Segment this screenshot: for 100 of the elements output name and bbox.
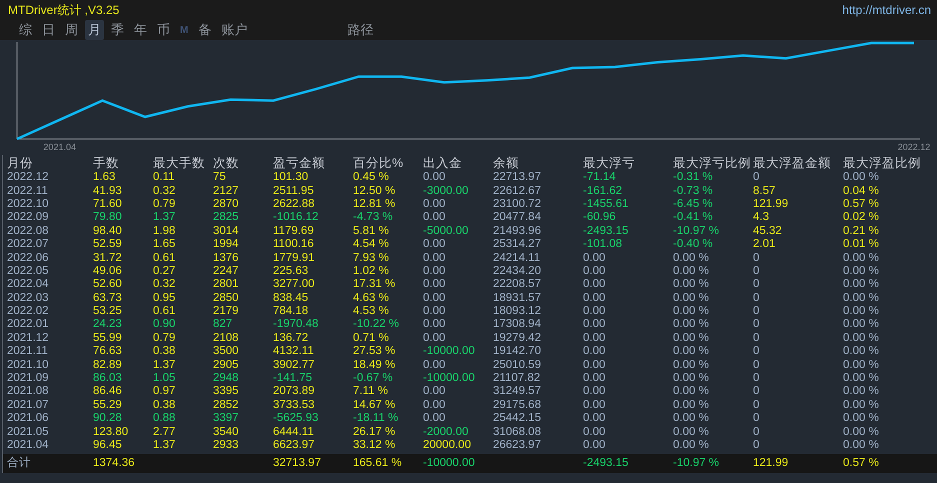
- table-cell-text: 0.00 %: [673, 345, 710, 358]
- table-cell-text: 0: [753, 358, 760, 372]
- table-cell-text: 合计: [7, 457, 32, 470]
- table-cell-text: 4.53 %: [353, 305, 390, 318]
- table-cell-text: 0.00 %: [843, 372, 880, 386]
- table-cell-text: 24.23: [93, 318, 123, 332]
- table-cell-text: 17308.94: [493, 318, 542, 332]
- table-cell-text: 0: [753, 412, 760, 426]
- table-cell-text: 32713.97: [273, 457, 322, 470]
- table-cell-text: 3540: [213, 426, 240, 439]
- table-cell-text: 26623.97: [493, 439, 542, 452]
- column-header: 最大手数: [153, 156, 206, 170]
- table-cell-text: 0.00 %: [843, 426, 880, 439]
- table-cell-text: 2021.10: [7, 358, 50, 372]
- table-cell-text: 2179: [213, 305, 240, 318]
- column-header: 月份: [7, 156, 34, 170]
- table-cell-text: 0.00: [583, 385, 606, 398]
- table-cell-text: 2022.11: [7, 184, 49, 198]
- table-cell-text: 0.57 %: [843, 198, 880, 211]
- table-cell-text: 98.40: [93, 224, 123, 238]
- table-cell-text: 82.89: [93, 358, 123, 372]
- column-header: 百分比%: [353, 156, 404, 170]
- table-cell-text: 0: [753, 439, 760, 452]
- table-cell-text: 2933: [213, 439, 240, 452]
- table-cell-text: 165.61 %: [353, 457, 403, 470]
- table-cell-text: 8.57: [753, 184, 776, 198]
- table-cell-text: -10.22 %: [353, 318, 400, 332]
- table-cell-text: 31068.08: [493, 426, 542, 439]
- table-cell-text: -4.73 %: [353, 211, 394, 224]
- table-cell-text: -6.45 %: [673, 198, 714, 211]
- period-tab[interactable]: 年: [131, 20, 150, 40]
- table-cell-text: 75: [213, 171, 227, 184]
- table-cell-text: 0: [753, 385, 760, 398]
- table-cell-text: 2022.04: [7, 278, 50, 292]
- table-cell-text: 0.00 %: [673, 292, 710, 305]
- table-cell-text: 0.00: [583, 332, 606, 345]
- table-cell-text: 0.27: [153, 264, 176, 278]
- table-cell-text: 4.54 %: [353, 238, 390, 252]
- table-cell-text: 2852: [213, 398, 240, 412]
- period-tab[interactable]: 周: [62, 20, 81, 40]
- table-cell-text: 0.00: [583, 345, 606, 358]
- table-cell-text: 0: [753, 171, 760, 184]
- table-cell-text: 0.00 %: [673, 264, 710, 278]
- period-tab[interactable]: 月: [85, 20, 104, 40]
- table-cell-text: 136.72: [273, 332, 310, 345]
- table-cell-text: 1.02 %: [353, 264, 390, 278]
- table-cell-text: 0.90: [153, 318, 176, 332]
- table-cell-text: 0.00: [583, 439, 606, 452]
- axis-label: 2021.04: [43, 142, 76, 152]
- table-cell-text: 2022.09: [7, 211, 50, 224]
- table-cell-text: 0.00 %: [843, 398, 880, 412]
- table-cell-text: 2022.05: [7, 264, 50, 278]
- period-tab[interactable]: 币: [154, 20, 173, 40]
- table-cell-text: -1970.48: [273, 318, 320, 332]
- table-cell-text: 0.00 %: [843, 252, 880, 265]
- table-cell-text: 20477.84: [493, 211, 542, 224]
- table-cell-text: 2127: [213, 184, 240, 198]
- table-cell-text: 5.81 %: [353, 224, 390, 238]
- table-cell-text: 0.79: [153, 198, 176, 211]
- table-cell-text: 0.00: [583, 358, 606, 372]
- table-cell-text: 2021.09: [7, 372, 50, 386]
- period-tab[interactable]: 备: [195, 20, 214, 40]
- table-cell-text: 63.73: [93, 292, 123, 305]
- table-cell-text: 2905: [213, 358, 240, 372]
- table-cell-text: 2021.06: [7, 412, 50, 426]
- table-cell-text: 0.00: [423, 332, 446, 345]
- period-tab[interactable]: 综: [16, 20, 35, 40]
- table-cell-text: 12.81 %: [353, 198, 396, 211]
- table-cell-text: 0.00: [423, 198, 446, 211]
- table-cell-text: 3277.00: [273, 278, 316, 292]
- table-cell-text: -2000.00: [423, 426, 470, 439]
- table-cell-text: -10.97 %: [673, 457, 720, 470]
- table-cell-text: -0.31 %: [673, 171, 714, 184]
- table-cell-text: 0: [753, 264, 760, 278]
- table-cell-text: 0.00 %: [843, 318, 880, 332]
- period-tab[interactable]: 日: [39, 20, 58, 40]
- table-cell-text: 121.99: [753, 198, 790, 211]
- column-header: 出入金: [423, 156, 463, 170]
- table-cell-text: 0.00 %: [843, 412, 880, 426]
- table-cell-text: -0.41 %: [673, 211, 714, 224]
- period-tab[interactable]: 账户: [218, 20, 250, 40]
- column-header: 最大浮盈金额: [753, 156, 832, 170]
- table-cell-text: 2022.08: [7, 224, 50, 238]
- table-cell-text: 0.00: [423, 385, 446, 398]
- table-cell-text: 0.02 %: [843, 211, 880, 224]
- column-header: 最大浮亏: [583, 156, 636, 170]
- table-cell-text: 0.79: [153, 332, 176, 345]
- table-cell-text: 2801: [213, 278, 240, 292]
- table-cell-text: -0.67 %: [353, 372, 394, 386]
- table-cell-text: 1.37: [153, 358, 176, 372]
- table-cell-text: 2108: [213, 332, 240, 345]
- table-cell-text: 1.98: [153, 224, 176, 238]
- table-cell-text: 0.00 %: [843, 385, 880, 398]
- table-cell-text: 2022.06: [7, 252, 50, 265]
- website-link[interactable]: http://mtdriver.cn: [842, 3, 931, 17]
- table-cell-text: 7.93 %: [353, 252, 390, 265]
- path-tab[interactable]: 路径: [344, 20, 376, 40]
- period-tab[interactable]: 季: [108, 20, 127, 40]
- table-cell-text: 0.00 %: [673, 278, 710, 292]
- table-cell-text: 14.67 %: [353, 398, 396, 412]
